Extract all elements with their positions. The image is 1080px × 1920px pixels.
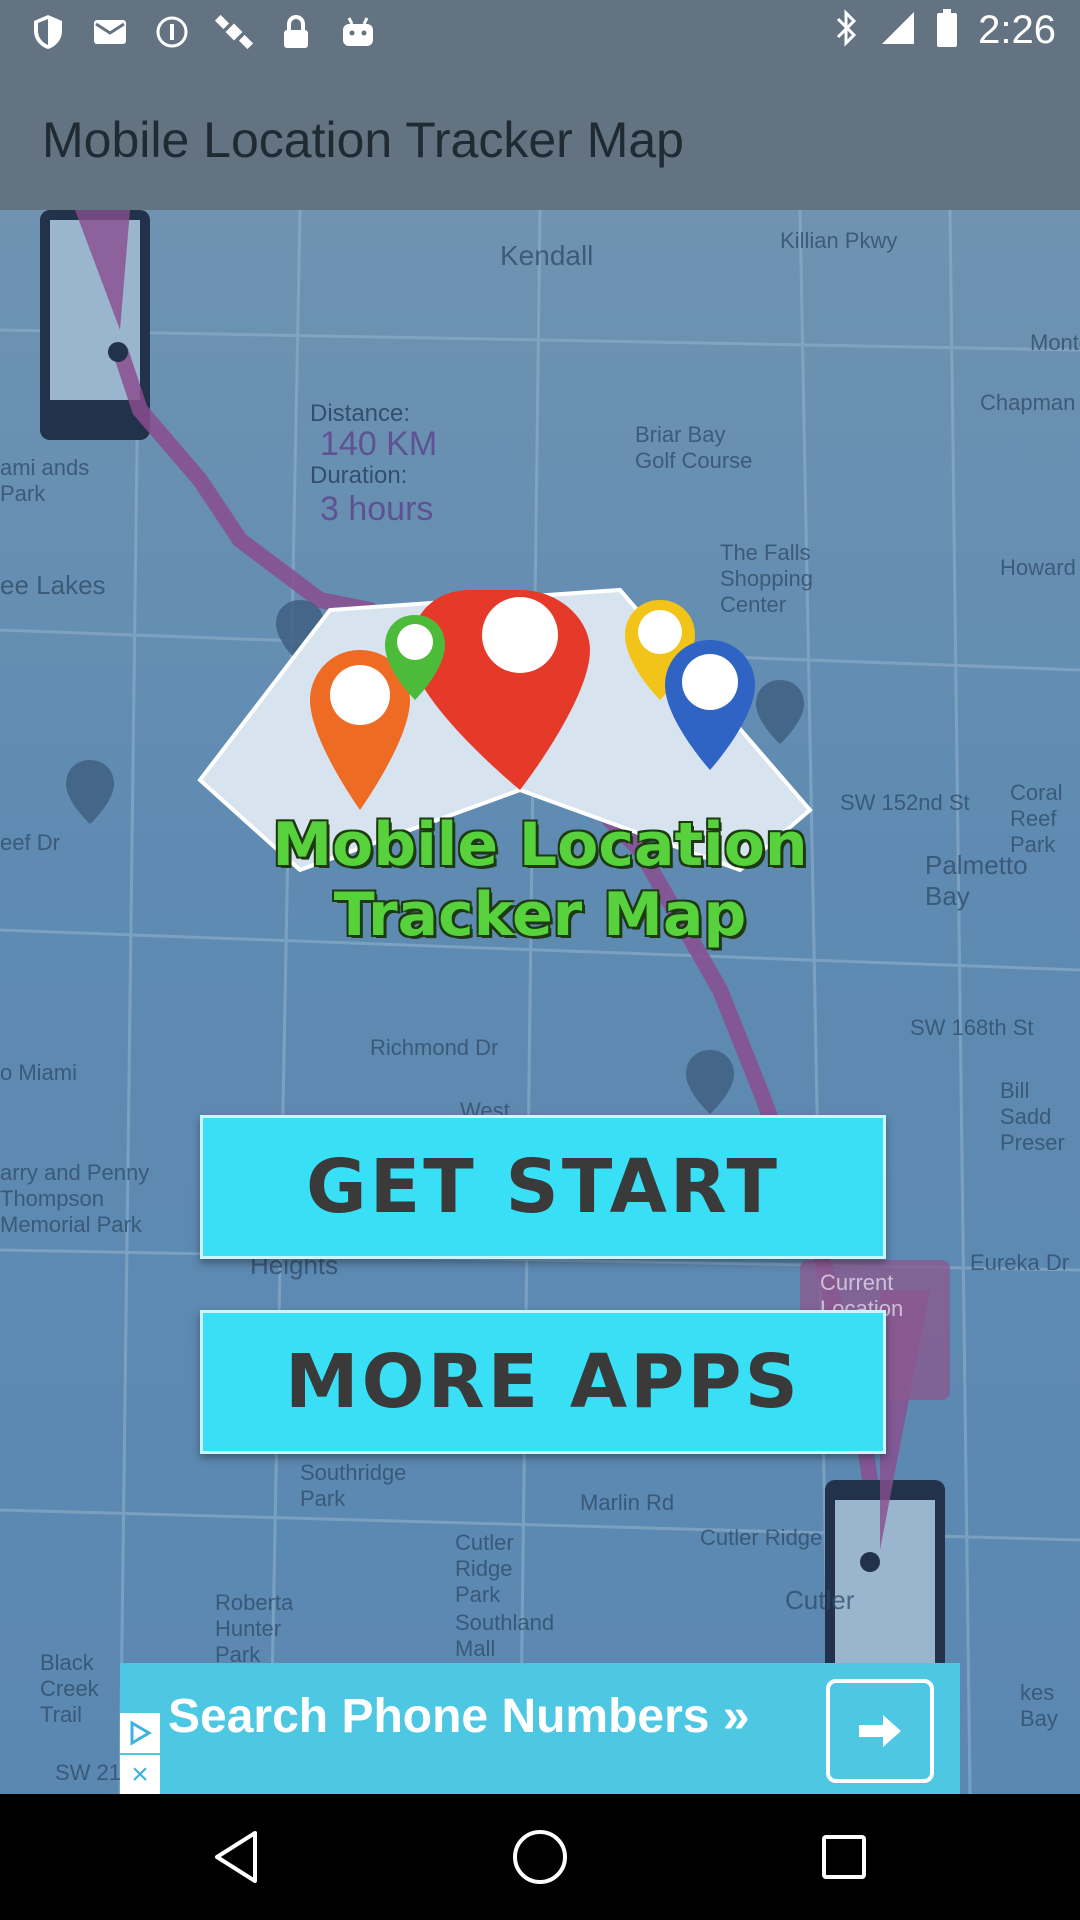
- signal-icon: [880, 10, 916, 51]
- map-label-falls: The Falls Shopping Center: [720, 540, 813, 617]
- map-label-montg: Montg: [1030, 330, 1080, 355]
- mail-icon: [90, 12, 130, 52]
- map-label-roberta: Roberta Hunter Park: [215, 1590, 294, 1667]
- map-label-distance: Distance:: [310, 400, 411, 427]
- map-label-black-creek: Black Creek Trail: [40, 1650, 99, 1727]
- map-label-killian: Killian Pkwy: [780, 228, 898, 253]
- battery-icon: [936, 9, 958, 52]
- map-label-distance-value: 140 KM: [320, 425, 438, 463]
- map-label-o-miami: o Miami: [0, 1060, 78, 1085]
- map-label-thompson-park: arry and Penny Thompson Memorial Park: [0, 1160, 150, 1237]
- clock: 2:26: [978, 8, 1056, 52]
- info-icon: [152, 12, 192, 52]
- status-left-icons: [28, 12, 378, 52]
- satellite-icon: [214, 12, 254, 52]
- home-icon[interactable]: [500, 1817, 580, 1897]
- map-label-sw21: SW 21: [55, 1760, 122, 1785]
- page-title: Mobile Location Tracker Map: [42, 112, 684, 168]
- map-label-cutler-ridge-park: Cutler Ridge Park: [455, 1530, 514, 1607]
- arrow-right-icon: [859, 1715, 901, 1747]
- map-label-marlin: Marlin Rd: [580, 1490, 675, 1515]
- map-label-cutler-ridge: Cutler Ridge: [700, 1525, 823, 1550]
- ad-choices-icon[interactable]: [120, 1713, 160, 1753]
- logo-title-line1: Mobile Location: [272, 810, 808, 880]
- ad-banner[interactable]: Search Phone Numbers » ×: [120, 1663, 960, 1794]
- get-start-button[interactable]: GET START: [200, 1115, 886, 1259]
- map-label-duration: Duration:: [310, 462, 408, 489]
- bluetooth-icon: [834, 9, 860, 52]
- recents-icon[interactable]: [804, 1817, 884, 1897]
- map-label-kendall: Kendall: [500, 240, 594, 271]
- map-label-duration-value: 3 hours: [320, 490, 434, 528]
- navigation-bar: [0, 1794, 1080, 1920]
- map-label-kes-bay: kes Bay: [1020, 1680, 1058, 1731]
- map-label-cutler: Cutler: [785, 1585, 855, 1615]
- shield-icon: [28, 12, 68, 52]
- map-label-bill-sadd: Bill Sadd Preser: [1000, 1078, 1065, 1155]
- app-bar: Mobile Location Tracker Map: [0, 63, 1080, 210]
- ad-arrow-button[interactable]: [826, 1679, 934, 1783]
- status-right-icons: 2:26: [834, 8, 1056, 53]
- ad-close-icon[interactable]: ×: [120, 1755, 160, 1794]
- map-label-briar-bay: Briar Bay Golf Course: [635, 422, 753, 473]
- map-label-chapman: Chapman: [980, 390, 1076, 415]
- map-label-southridge: Southridge Park: [300, 1460, 407, 1511]
- logo-title-line2: Tracker Map: [333, 880, 747, 950]
- map-label-lakes: ee Lakes: [0, 570, 106, 600]
- map-label-eureka: Eureka Dr: [970, 1250, 1070, 1275]
- map-label-southland: Southland Mall: [455, 1610, 555, 1661]
- more-apps-button[interactable]: MORE APPS: [200, 1310, 886, 1454]
- map-label-sw168: SW 168th St: [910, 1015, 1034, 1040]
- android-icon: [338, 12, 378, 52]
- map-label-ami-park: ami ands Park: [0, 455, 90, 506]
- status-bar: 2:26: [0, 0, 1080, 63]
- ad-text[interactable]: Search Phone Numbers »: [168, 1689, 750, 1744]
- map-label-richmond: Richmond Dr: [370, 1035, 499, 1060]
- map-label-howard: Howard: [1000, 555, 1076, 580]
- back-icon[interactable]: [196, 1817, 276, 1897]
- map-background: Kendall Killian Pkwy Montg Chapman Briar…: [0, 210, 1080, 1794]
- lock-icon: [276, 12, 316, 52]
